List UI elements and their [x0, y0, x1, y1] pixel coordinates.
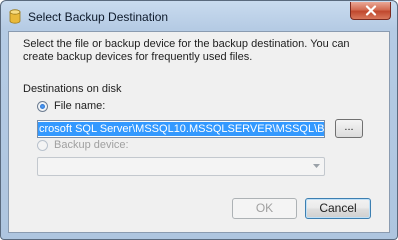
destinations-group-label: Destinations on disk	[23, 83, 122, 95]
file-name-radio[interactable]	[37, 101, 48, 112]
browse-button[interactable]: ...	[335, 119, 363, 138]
backup-device-select[interactable]	[37, 157, 325, 176]
database-icon	[9, 9, 21, 24]
ok-button[interactable]: OK	[232, 198, 297, 219]
close-icon	[365, 5, 377, 16]
title-bar: Select Backup Destination	[1, 1, 397, 31]
dialog-description: Select the file or backup device for the…	[23, 38, 350, 63]
window-title: Select Backup Destination	[28, 10, 169, 24]
backup-device-label: Backup device:	[54, 139, 129, 151]
dialog-window: Select Backup Destination Select the fil…	[0, 0, 398, 240]
dialog-body: Select the file or backup device for the…	[8, 31, 390, 233]
file-name-value: crosoft SQL Server\MSSQL10.MSSQLSERVER\M…	[38, 122, 324, 136]
chevron-down-icon	[313, 164, 320, 168]
file-name-input[interactable]: crosoft SQL Server\MSSQL10.MSSQLSERVER\M…	[37, 120, 325, 138]
backup-device-radio[interactable]	[37, 140, 48, 151]
cancel-button[interactable]: Cancel	[305, 198, 371, 219]
close-button[interactable]	[350, 2, 391, 20]
file-name-label: File name:	[54, 100, 106, 112]
